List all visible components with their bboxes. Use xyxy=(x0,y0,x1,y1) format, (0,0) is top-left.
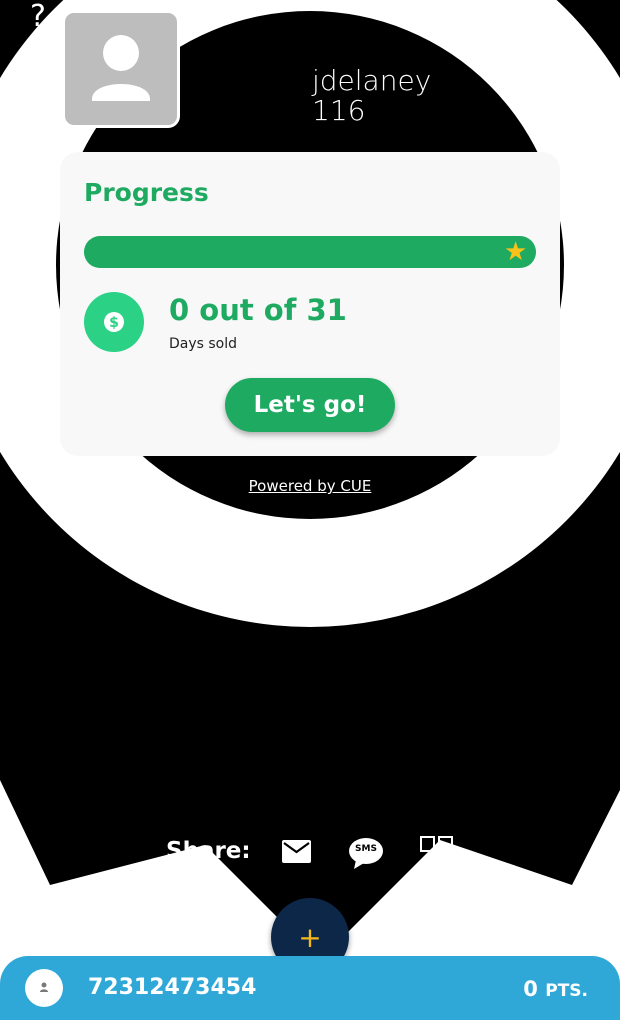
powered-by-link[interactable]: Powered by CUE xyxy=(0,477,620,495)
person-icon xyxy=(92,35,150,101)
points-value: 0 xyxy=(523,977,538,1001)
progress-title: Progress xyxy=(84,178,209,207)
username-text: jdelaney xyxy=(312,64,432,97)
email-share-icon[interactable] xyxy=(282,840,311,868)
footer-bar: 72312473454 0 PTS. xyxy=(0,956,620,1020)
days-sold-label: Days sold xyxy=(169,336,238,352)
points-display: 0 PTS. xyxy=(523,977,588,1001)
days-sold-count: 0 out of 31 xyxy=(169,293,347,327)
account-id: 72312473454 xyxy=(88,975,257,1000)
profile-avatar[interactable] xyxy=(62,10,180,128)
user-number-text: 116 xyxy=(312,94,366,127)
sms-share-icon[interactable]: SMS xyxy=(348,836,384,870)
footer-avatar[interactable] xyxy=(25,969,63,1007)
progress-card: Progress ★ $ 0 out of 31 Days sold Let's… xyxy=(60,152,560,456)
svg-text:$: $ xyxy=(109,315,119,331)
star-icon: ★ xyxy=(504,237,528,267)
lets-go-button[interactable]: Let's go! xyxy=(225,378,395,432)
dollar-coin-icon: $ xyxy=(84,292,144,352)
help-icon[interactable]: ? xyxy=(30,2,60,32)
person-small-icon xyxy=(40,982,48,992)
sms-label: SMS xyxy=(355,844,377,854)
points-suffix: PTS. xyxy=(545,981,588,1001)
share-label: Share: xyxy=(166,838,251,864)
profile-info: jdelaney 116 xyxy=(312,66,431,126)
copy-link-icon[interactable] xyxy=(420,836,454,859)
progress-bar xyxy=(84,236,536,268)
